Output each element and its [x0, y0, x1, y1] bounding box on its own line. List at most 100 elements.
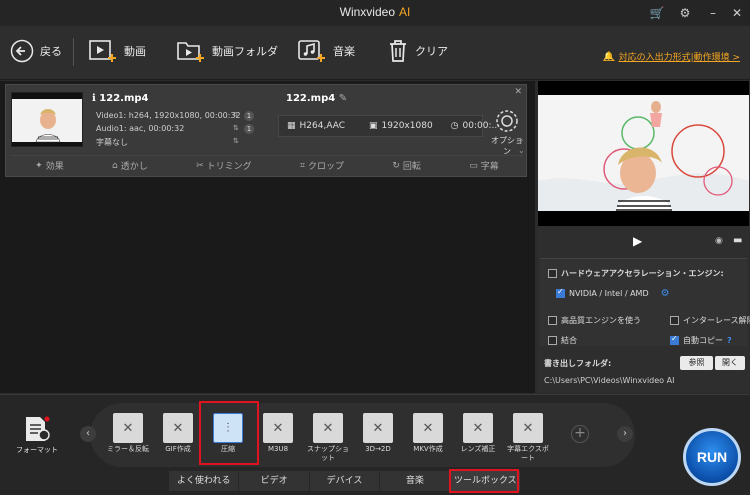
- hq-engine-checkbox[interactable]: [548, 316, 557, 325]
- back-button[interactable]: 戻る: [10, 36, 62, 66]
- add-folder-button[interactable]: 動画フォルダ: [176, 36, 278, 66]
- tab-popular[interactable]: よく使われる: [168, 471, 239, 491]
- format-support-link[interactable]: 🔔 対応の入出力形式|動作環境 >: [603, 50, 740, 64]
- scroll-right-button[interactable]: ›: [617, 426, 633, 442]
- tool-trim[interactable]: ✂ トリミング: [196, 159, 252, 173]
- folder-icon: [177, 42, 204, 62]
- tool-effect[interactable]: ✦ 効果: [35, 159, 64, 173]
- merge-row[interactable]: 結合: [548, 335, 577, 346]
- video-preview[interactable]: [538, 81, 749, 226]
- camera-icon[interactable]: ◉: [715, 236, 723, 246]
- compress-highlight: [199, 401, 259, 465]
- trash-icon: [390, 40, 406, 62]
- tool-m3u8[interactable]: ✕ M3U8: [255, 413, 301, 454]
- card-scroll-arrows[interactable]: ⌃ ⌄: [518, 139, 525, 155]
- add-folder-label: 動画フォルダ: [212, 46, 278, 58]
- tool-subtitle-export-label: 字幕エクスポート: [507, 445, 549, 462]
- codec-option-icon: [496, 110, 518, 132]
- preview-controls: ▶ ◉ ▬: [537, 231, 750, 253]
- merge-label: 結合: [561, 336, 577, 345]
- open-button[interactable]: 開く: [715, 356, 745, 370]
- merge-checkbox[interactable]: [548, 336, 557, 345]
- output-file-name[interactable]: 122.mp4 ✎: [286, 93, 347, 104]
- output-path: C:\Users\PC\Videos\Winxvideo AI: [544, 376, 675, 385]
- back-label: 戻る: [40, 46, 62, 58]
- subtitle-track-info: 字幕なし: [96, 138, 128, 147]
- close-icon[interactable]: ✕: [728, 4, 746, 22]
- audio-track-stepper[interactable]: ⇅: [233, 124, 239, 132]
- edit-tools-bar: ✦ 効果 ⌂ 透かし ✂ トリミング ⌗ クロップ ↻ 回転 ▭ 字幕: [11, 155, 523, 175]
- toolbox-highlight: [449, 469, 519, 493]
- hw-settings-gear-icon[interactable]: ⚙: [661, 288, 670, 299]
- hw-vendor-checkbox[interactable]: [556, 287, 565, 298]
- magic-wand-icon: ✦: [35, 160, 43, 171]
- hq-engine-row[interactable]: 高品質エンジンを使う: [548, 315, 641, 326]
- add-video-button[interactable]: 動画: [88, 36, 146, 66]
- tool-gif-maker[interactable]: ✕ GIF作成: [155, 413, 201, 454]
- tool-crop[interactable]: ⌗ クロップ: [299, 159, 344, 173]
- tool-lens-correction[interactable]: ✕ レンズ補正: [455, 413, 501, 454]
- deinterlace-checkbox[interactable]: [670, 316, 679, 325]
- video-thumbnail[interactable]: [11, 92, 83, 147]
- browse-button[interactable]: 参照: [680, 356, 713, 370]
- snapshot-tool-icon: ✕: [313, 413, 343, 443]
- subtitle-track-stepper[interactable]: ⇅: [233, 137, 239, 145]
- add-video-label: 動画: [124, 46, 146, 58]
- tab-music[interactable]: 音楽: [379, 471, 450, 491]
- output-resolution: 1920x1080: [381, 121, 433, 131]
- add-music-button[interactable]: 音楽: [297, 36, 355, 66]
- bell-icon: 🔔: [603, 51, 615, 62]
- tool-glyph-icon: ✕: [422, 420, 434, 436]
- tool-subtitle-label: 字幕: [480, 162, 499, 172]
- subtitle-icon: ▭: [469, 160, 478, 171]
- open-folder-icon[interactable]: ▬: [733, 235, 742, 246]
- auto-copy-checkbox[interactable]: [670, 334, 679, 345]
- format-panel: フォーマット ‹ › ✕ ミラー＆反転 ✕ GIF作成 ⫶ 圧縮 ✕ M3U8 ✕ スナッ…: [0, 394, 750, 495]
- deinterlace-row[interactable]: インターレース解除: [670, 315, 750, 326]
- remove-file-icon[interactable]: ✕: [514, 87, 522, 97]
- hw-vendor-row[interactable]: NVIDIA / Intel / AMD ⚙: [556, 287, 670, 299]
- hw-accel-checkbox[interactable]: [548, 269, 557, 278]
- video-track-stepper[interactable]: ⇅: [233, 111, 239, 119]
- scroll-left-button[interactable]: ‹: [80, 426, 96, 442]
- crop-icon: ⌗: [299, 160, 306, 171]
- tool-subtitle[interactable]: ▭ 字幕: [469, 159, 499, 173]
- tool-gif-maker-label: GIF作成: [165, 445, 191, 453]
- tool-mkv-maker[interactable]: ✕ MKV作成: [405, 413, 451, 454]
- play-icon[interactable]: ▶: [633, 234, 642, 248]
- music-icon: [298, 40, 325, 62]
- tool-glyph-icon: ✕: [272, 420, 284, 436]
- auto-copy-help-icon[interactable]: ?: [727, 336, 732, 345]
- cart-icon[interactable]: 🛒: [648, 4, 666, 22]
- tool-watermark[interactable]: ⌂ 透かし: [112, 159, 148, 173]
- tool-subtitle-export[interactable]: ✕ 字幕エクスポート: [505, 413, 551, 463]
- watermark-icon: ⌂: [112, 160, 118, 171]
- tool-effect-label: 効果: [45, 162, 64, 172]
- run-button[interactable]: RUN: [683, 428, 741, 486]
- clear-label: クリア: [415, 46, 448, 58]
- auto-copy-label: 自動コピー: [683, 336, 723, 345]
- hw-accel-checkbox-row[interactable]: ハードウェアアクセラレーション・エンジン:: [548, 268, 724, 279]
- tool-mirror-flip[interactable]: ✕ ミラー＆反転: [105, 413, 151, 454]
- tool-3d-to-2d-label: 3D→2D: [365, 445, 391, 453]
- m3u8-tool-icon: ✕: [263, 413, 293, 443]
- file-card[interactable]: ✕ ℹ 122.mp4 Video1: h264, 1920x1080, 00:…: [5, 84, 527, 177]
- lens-tool-icon: ✕: [463, 413, 493, 443]
- clear-button[interactable]: クリア: [387, 36, 448, 66]
- format-button[interactable]: フォーマット: [14, 415, 60, 455]
- add-tool-button[interactable]: +: [571, 425, 589, 443]
- codec-icon: ▦: [287, 121, 296, 131]
- tab-video[interactable]: ビデオ: [238, 471, 309, 491]
- tool-snapshot[interactable]: ✕ スナップショット: [305, 413, 351, 463]
- hw-vendor-label: NVIDIA / Intel / AMD: [569, 289, 649, 298]
- edit-pencil-icon[interactable]: ✎: [339, 93, 347, 104]
- tab-device[interactable]: デバイス: [308, 471, 380, 491]
- format-icon: [26, 416, 50, 441]
- auto-copy-row[interactable]: 自動コピー?: [670, 334, 732, 346]
- tool-3d-to-2d[interactable]: ✕ 3D→2D: [355, 413, 401, 454]
- mirror-tool-icon: ✕: [113, 413, 143, 443]
- gear-icon[interactable]: ⚙: [676, 4, 694, 22]
- minimize-button[interactable]: –: [704, 4, 722, 22]
- tool-lens-correction-label: レンズ補正: [460, 445, 496, 453]
- tool-rotate[interactable]: ↻ 回転: [392, 159, 421, 173]
